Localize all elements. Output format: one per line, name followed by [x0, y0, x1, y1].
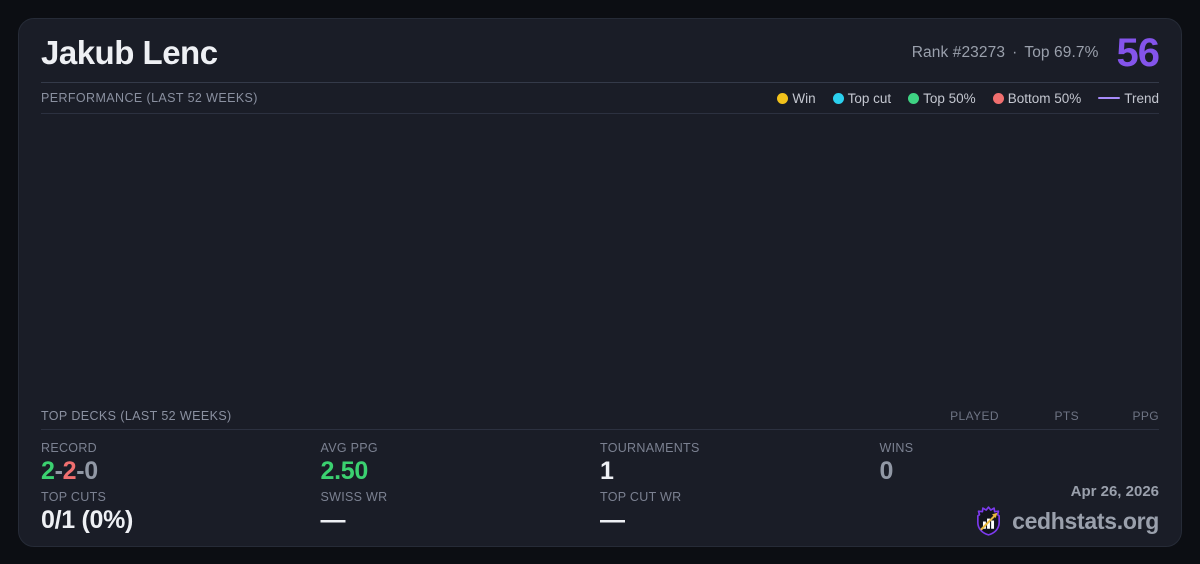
stat-value-top-cuts: 0/1 (0%) — [41, 507, 321, 535]
trend-line-icon — [1098, 97, 1120, 100]
stat-value-avg-ppg: 2.50 — [321, 458, 601, 486]
top50-dot-icon — [908, 93, 919, 104]
card-header: Jakub Lenc Rank #23273 · Top 69.7% 56 — [41, 19, 1159, 83]
top-percent: Top 69.7% — [1024, 44, 1098, 61]
performance-header-row: PERFORMANCE (LAST 52 WEEKS) Win Top cut … — [41, 83, 1159, 114]
chart-legend: Win Top cut Top 50% Bottom 50% Trend — [777, 91, 1159, 106]
stat-swiss-wr: SWISS WR — — [321, 486, 601, 535]
topcut-dot-icon — [833, 93, 844, 104]
footer: Apr 26, 2026 cedhstats.org — [973, 483, 1159, 538]
legend-label: Bottom 50% — [1008, 91, 1082, 106]
legend-item-top50: Top 50% — [908, 91, 976, 106]
legend-label: Trend — [1124, 91, 1159, 106]
top-decks-header-row: TOP DECKS (LAST 52 WEEKS) PLAYED PTS PPG — [41, 403, 1159, 430]
stat-label: SWISS WR — [321, 490, 601, 504]
stat-value-wins: 0 — [880, 458, 1160, 486]
rank-value: Rank #23273 — [912, 44, 1005, 61]
page-title: Jakub Lenc — [41, 34, 218, 72]
stat-value-tournaments: 1 — [600, 458, 880, 486]
legend-item-trend: Trend — [1098, 91, 1159, 106]
stat-label: AVG PPG — [321, 441, 601, 455]
legend-item-win: Win — [777, 91, 815, 106]
stat-label: RECORD — [41, 441, 321, 455]
column-header-pts: PTS — [999, 409, 1079, 423]
stat-value-swiss-wr: — — [321, 507, 601, 535]
record-wins: 2 — [41, 457, 55, 485]
rank-separator: · — [1012, 44, 1017, 61]
rank-text: Rank #23273 · Top 69.7% — [912, 44, 1099, 62]
stat-label: TOP CUTS — [41, 490, 321, 504]
stat-avg-ppg: AVG PPG 2.50 — [321, 437, 601, 486]
site-branding: cedhstats.org — [973, 505, 1159, 538]
stat-wins: WINS 0 — [880, 437, 1160, 486]
performance-chart-area — [41, 114, 1159, 403]
date-text: Apr 26, 2026 — [973, 483, 1159, 500]
column-header-ppg: PPG — [1079, 409, 1159, 423]
record-dash: - — [55, 457, 63, 485]
stat-value-top-cut-wr: — — [600, 507, 880, 535]
stat-tournaments: TOURNAMENTS 1 — [600, 437, 880, 486]
stat-value-record: 2-2-0 — [41, 458, 321, 486]
cedhstats-shield-logo-icon — [973, 505, 1004, 538]
record-draws: 0 — [84, 457, 98, 485]
stat-label: TOP CUT WR — [600, 490, 880, 504]
top-decks-columns: PLAYED PTS PPG — [919, 409, 1159, 423]
player-score: 56 — [1117, 33, 1160, 73]
bottom50-dot-icon — [993, 93, 1004, 104]
column-header-played: PLAYED — [919, 409, 999, 423]
stat-top-cut-wr: TOP CUT WR — — [600, 486, 880, 535]
stat-top-cuts: TOP CUTS 0/1 (0%) — [41, 486, 321, 535]
legend-label: Top cut — [848, 91, 892, 106]
record-losses: 2 — [63, 457, 77, 485]
win-dot-icon — [777, 93, 788, 104]
stat-label: TOURNAMENTS — [600, 441, 880, 455]
legend-label: Top 50% — [923, 91, 976, 106]
player-stats-card: Jakub Lenc Rank #23273 · Top 69.7% 56 PERF… — [18, 18, 1182, 547]
legend-item-bottom50: Bottom 50% — [993, 91, 1082, 106]
legend-item-topcut: Top cut — [833, 91, 892, 106]
rank-summary: Rank #23273 · Top 69.7% 56 — [912, 33, 1159, 73]
site-name: cedhstats.org — [1012, 508, 1159, 535]
top-decks-section-title: TOP DECKS (LAST 52 WEEKS) — [41, 409, 232, 423]
stat-label: WINS — [880, 441, 1160, 455]
stat-record: RECORD 2-2-0 — [41, 437, 321, 486]
legend-label: Win — [792, 91, 815, 106]
performance-section-title: PERFORMANCE (LAST 52 WEEKS) — [41, 91, 258, 105]
stats-grid: RECORD 2-2-0 AVG PPG 2.50 TOURNAMENTS 1 … — [41, 430, 1159, 546]
